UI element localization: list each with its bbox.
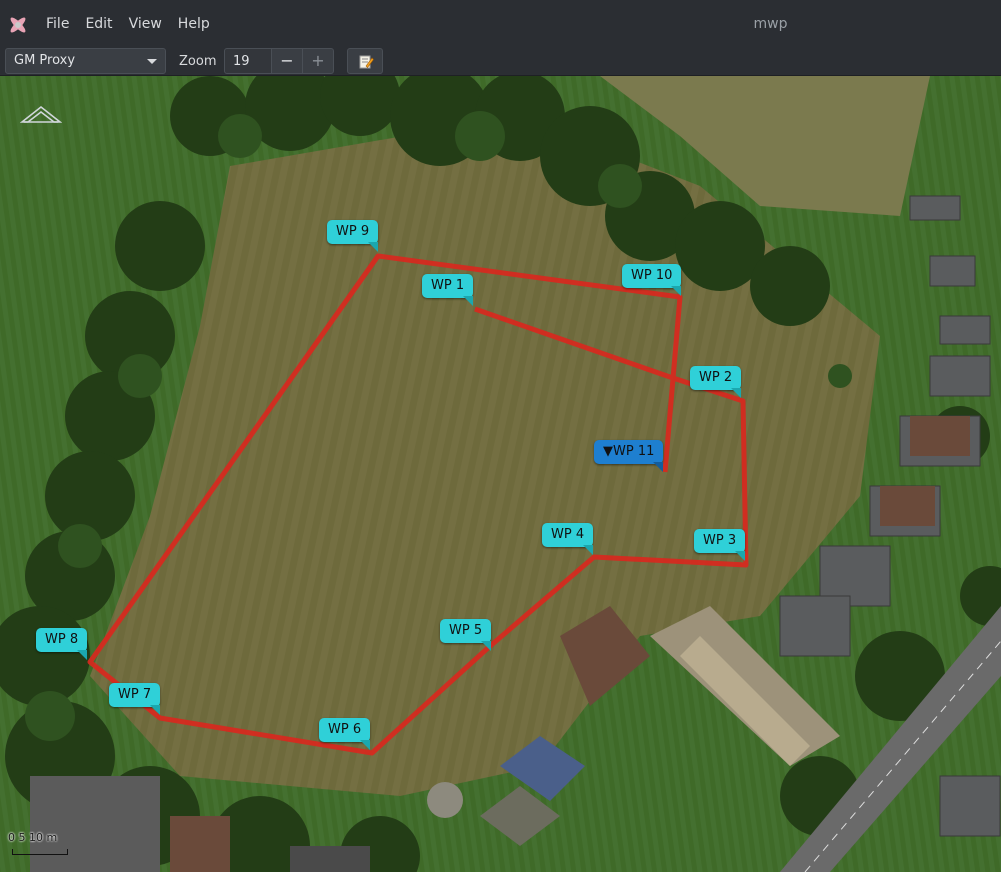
satellite-imagery xyxy=(0,76,1001,872)
map-view[interactable]: WP 1 WP 2 WP 3 WP 4 WP 5 WP 6 WP 7 WP 8 … xyxy=(0,76,1001,872)
map-source-value: GM Proxy xyxy=(14,53,76,68)
toolbar: GM Proxy Zoom − + xyxy=(0,44,1001,76)
waypoint-marker[interactable]: WP 2 xyxy=(690,366,742,398)
zoom-in-button[interactable]: + xyxy=(302,48,334,74)
waypoint-marker[interactable]: WP 4 xyxy=(542,523,594,555)
zoom-out-button[interactable]: − xyxy=(271,48,303,74)
zoom-label: Zoom xyxy=(179,54,217,69)
waypoint-marker[interactable]: WP 1 xyxy=(422,274,474,306)
scale-label: 0 5 10 m xyxy=(8,831,58,844)
waypoint-marker[interactable]: WP 8 xyxy=(36,628,88,660)
waypoint-marker[interactable]: WP 9 xyxy=(327,220,379,252)
map-scale: 0 5 10 m xyxy=(8,831,88,861)
zoom-level-input[interactable] xyxy=(224,48,272,74)
waypoint-marker[interactable]: WP 10 xyxy=(622,264,682,296)
waypoint-marker[interactable]: WP 3 xyxy=(694,529,746,561)
edit-mission-button[interactable] xyxy=(347,48,383,74)
waypoint-marker[interactable]: WP 6 xyxy=(319,718,371,750)
chevron-down-icon xyxy=(147,59,157,64)
title-bar: File Edit View Help mwp xyxy=(0,0,1001,48)
compass-icon[interactable] xyxy=(20,104,62,124)
edit-mission-icon xyxy=(359,55,374,69)
waypoint-marker[interactable]: WP 5 xyxy=(440,619,492,651)
scale-bar xyxy=(12,849,68,855)
map-source-select[interactable]: GM Proxy xyxy=(5,48,166,74)
waypoint-marker[interactable]: WP 7 xyxy=(109,683,161,715)
waypoint-marker-active[interactable]: ▼WP 11 xyxy=(594,440,664,472)
window-title: mwp xyxy=(753,16,788,32)
